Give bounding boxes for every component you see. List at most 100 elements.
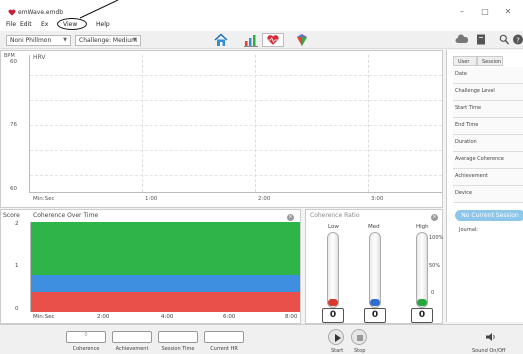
grid-line [368,55,369,192]
ratio-scale-tick: 0 [431,290,435,296]
annotation-arrow [79,0,119,19]
grid-line [30,175,442,176]
high-coherence-band [31,222,300,275]
app-heart-icon [8,9,16,16]
close-icon[interactable]: × [287,214,294,221]
hrv-panel: BPM HRV 60 76 60 Min:Sec 1:00 2:00 3:00 [0,50,443,208]
low-ratio-value: 0 [322,308,344,323]
hrv-plot-area [29,55,442,193]
ratio-col-high: High [416,224,429,230]
home-icon[interactable] [212,33,230,47]
no-session-badge: No Current Session [455,210,523,221]
high-ratio-value: 0 [411,308,433,323]
field-challenge-level: Challenge Level [453,84,523,101]
grid-line [30,100,442,101]
cot-x-tick: 2:00 [97,314,110,320]
session-sidebar: User Session Date Challenge Level Start … [446,50,523,322]
play-icon [335,334,341,342]
close-button[interactable]: ✕ [502,7,514,16]
current-hr-stat-box [204,331,244,343]
current-hr-stat-label: Current HR [210,346,238,352]
grid-line [30,150,442,151]
heart-monitor-icon[interactable] [262,33,284,47]
svg-text:?: ? [516,36,520,44]
view-highlight-circle [57,18,87,30]
menu-edit[interactable]: Edit [20,21,32,28]
hrv-y-tick: 76 [10,122,17,128]
field-end-time: End Time [453,118,523,135]
menu-file[interactable]: File [6,21,16,28]
field-duration: Duration [453,135,523,152]
high-ratio-fill [417,299,427,306]
score-label: Score [3,212,20,219]
hrv-x-tick: 1:00 [145,196,158,202]
cot-x-tick: Min:Sec [33,314,55,320]
grid-line [142,55,143,192]
menu-help[interactable]: Help [96,21,110,28]
cot-y-tick: 0 [15,306,19,312]
field-date: Date [453,67,523,84]
med-ratio-value: 0 [364,308,386,323]
achievement-stat-label: Achievement [115,346,149,352]
hrv-x-tick: 3:00 [371,196,384,202]
low-ratio-fill [328,299,338,306]
coherence-plot-area [30,222,300,312]
coherence-over-time-panel: Score Coherence Over Time × 2 1 0 Min:Se… [0,209,301,324]
field-start-time: Start Time [453,101,523,118]
high-ratio-gauge [416,232,428,308]
achievement-stat-box [112,331,152,343]
low-coherence-band [31,292,300,312]
window-title: emWave.emdb [18,9,64,16]
user-select[interactable]: Noni Phillmon ▼ [6,35,71,46]
close-icon[interactable]: × [431,214,438,221]
journal-label: Journal: [459,227,478,233]
speaker-icon[interactable] [485,332,497,342]
session-time-stat-box [158,331,198,343]
coherence-ratio-panel: Coherence Ratio × Low Med High 100% 50% … [305,209,443,324]
journal-icon[interactable] [476,34,486,45]
toolbar: Noni Phillmon ▼ Challenge: Medium ▼ ? [0,31,523,49]
gem-icon[interactable] [293,33,311,47]
stop-label: Stop [354,348,366,354]
sound-toggle-label[interactable]: Sound On/Off [472,348,506,354]
tab-session[interactable]: Session [477,56,503,66]
stop-button[interactable] [351,329,367,345]
coherence-over-time-title: Coherence Over Time [33,212,99,219]
ratio-col-low: Low [328,224,339,230]
title-bar: emWave.emdb – □ ✕ [0,0,523,20]
ratio-scale-tick: 50% [429,263,441,269]
coherence-stat-value: 0 [84,332,88,338]
med-ratio-gauge [369,232,381,308]
search-icon[interactable] [499,34,509,45]
hrv-x-tick: 2:00 [258,196,271,202]
cot-y-tick: 1 [15,263,19,269]
menu-ex[interactable]: Ex [41,21,48,28]
help-icon[interactable]: ? [513,34,523,45]
hrv-x-tick: Min:Sec [33,196,55,202]
grid-line [30,125,442,126]
session-time-stat-label: Session Time [161,346,195,352]
hrv-y-tick: 60 [10,59,17,65]
challenge-select[interactable]: Challenge: Medium ▼ [75,35,141,46]
maximize-button[interactable]: □ [479,7,491,16]
chevron-down-icon: ▼ [63,37,67,43]
coherence-stat-label: Coherence [72,346,100,352]
low-ratio-gauge [327,232,339,308]
start-button[interactable] [328,329,344,345]
app-window: emWave.emdb – □ ✕ File Edit Ex View Help… [0,0,523,354]
bottom-bar: 0 Coherence Achievement Session Time Cur… [0,324,523,354]
hrv-y-tick: 60 [10,186,17,192]
minimize-button[interactable]: – [456,7,468,16]
cot-x-tick: 8:00 [285,314,298,320]
challenge-select-value: Challenge: Medium [79,37,137,44]
start-label: Start [331,348,344,354]
medium-coherence-band [31,275,300,292]
stop-icon [357,335,363,341]
bar-chart-icon[interactable] [242,33,260,47]
cloud-icon[interactable] [455,34,469,45]
grid-line [255,55,256,192]
tab-user[interactable]: User [453,56,477,66]
user-select-value: Noni Phillmon [10,37,52,44]
ratio-scale-tick: 100% [429,235,444,241]
field-achievement: Achievement [453,169,523,186]
